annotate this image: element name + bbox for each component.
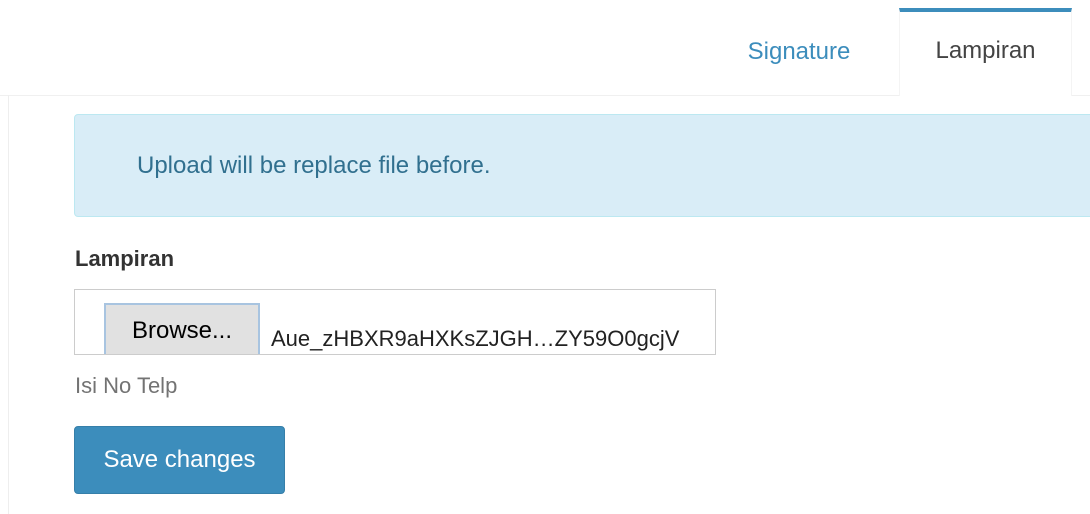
help-text: Isi No Telp [75,373,178,398]
tab-bar: Signature Lampiran [0,0,1090,96]
tab-lampiran[interactable]: Lampiran [899,8,1072,96]
browse-button[interactable]: Browse... [104,303,260,354]
file-input[interactable]: Browse... Aue_zHBXR9aHXKsZJGH…ZY59O0gcjV [74,289,716,355]
page: Signature Lampiran Upload will be replac… [0,0,1090,514]
save-changes-button[interactable]: Save changes [74,426,285,494]
selected-file-name: Aue_zHBXR9aHXKsZJGH…ZY59O0gcjV [271,326,680,351]
tab-signature[interactable]: Signature [720,8,878,95]
alert-message: Upload will be replace file before. [137,151,491,179]
lampiran-field-label: Lampiran [75,246,175,271]
panel-left-border [8,95,9,514]
info-alert: Upload will be replace file before. [74,114,1090,217]
